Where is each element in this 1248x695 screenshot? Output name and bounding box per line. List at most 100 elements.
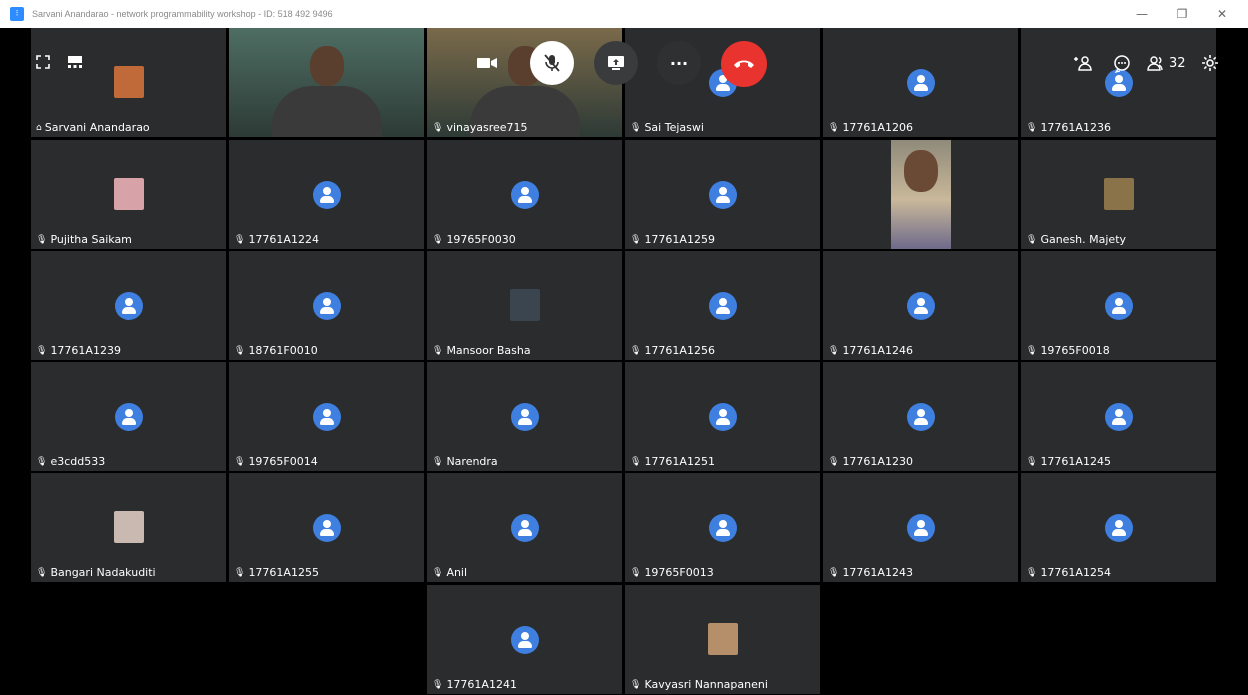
participant-tile[interactable]: 🎙︎ 19765F0013 — [625, 473, 820, 582]
participant-tile[interactable]: 🎙︎ 17761A1206 — [823, 28, 1018, 137]
participant-tile[interactable]: 🎙︎ 19765F0014 — [229, 362, 424, 471]
participant-name-text: Narendra — [446, 455, 498, 468]
participant-tile[interactable]: 🎙︎ Anil — [427, 473, 622, 582]
participant-tile[interactable]: 🎙︎ 17761A1254 — [1021, 473, 1216, 582]
participant-tile[interactable]: 🎙︎ Mansoor Basha — [427, 251, 622, 360]
default-avatar-icon — [906, 292, 935, 320]
participants-icon[interactable]: 32 — [1147, 55, 1186, 71]
participant-tile[interactable]: 🎙︎ 17761A1255 — [229, 473, 424, 582]
participant-name-text: 17761A1245 — [1040, 455, 1111, 468]
participant-name-text: 17761A1239 — [50, 344, 121, 357]
participant-tile[interactable] — [823, 140, 1018, 249]
participant-tile[interactable] — [229, 28, 424, 137]
profile-photo — [113, 66, 144, 98]
participant-tile[interactable]: 🎙︎ 17761A1259 — [625, 140, 820, 249]
participant-tile[interactable]: 🎙︎ 17761A1251 — [625, 362, 820, 471]
muted-mic-icon: 🎙︎ — [432, 567, 444, 578]
participant-tile[interactable]: 🎙︎ Bangari Nadakuditi — [31, 473, 226, 582]
participant-name: 🎙︎ Bangari Nadakuditi — [36, 566, 156, 579]
chat-icon[interactable] — [1113, 55, 1131, 73]
end-call-icon[interactable] — [721, 41, 767, 87]
person-silhouette — [904, 150, 938, 192]
participant-name: 🎙︎ 17761A1241 — [432, 678, 517, 691]
video-feed — [229, 28, 424, 137]
participant-name: 🎙︎ Ganesh. Majety — [1026, 233, 1126, 246]
muted-mic-icon: 🎙︎ — [828, 122, 840, 133]
participant-tile[interactable]: 🎙︎ 19765F0030 — [427, 140, 622, 249]
close-button[interactable]: ✕ — [1204, 0, 1240, 28]
muted-mic-icon: 🎙︎ — [630, 679, 642, 690]
participant-tile[interactable]: 🎙︎ 17761A1224 — [229, 140, 424, 249]
participant-name-text: 17761A1236 — [1040, 121, 1111, 134]
muted-mic-icon: 🎙︎ — [234, 456, 246, 467]
participant-name: 🎙︎ 17761A1230 — [828, 455, 913, 468]
default-avatar-icon — [1104, 514, 1133, 542]
mic-muted-icon[interactable] — [530, 41, 574, 85]
participant-tile[interactable]: 🎙︎ 17761A1246 — [823, 251, 1018, 360]
muted-mic-icon: 🎙︎ — [828, 567, 840, 578]
participant-name: 🎙︎ Anil — [432, 566, 467, 579]
gallery-view-icon[interactable] — [67, 55, 83, 69]
participant-name-text: 18761F0010 — [248, 344, 318, 357]
participant-tile[interactable]: 🎙︎ 17761A1243 — [823, 473, 1018, 582]
participant-tile[interactable]: 🎙︎ Ganesh. Majety — [1021, 140, 1216, 249]
person-silhouette — [309, 46, 344, 86]
muted-mic-icon: 🎙︎ — [432, 456, 444, 467]
participant-tile[interactable]: 🎙︎ 17761A1245 — [1021, 362, 1216, 471]
video-feed — [891, 140, 951, 249]
participant-name: 🎙︎ Mansoor Basha — [432, 344, 531, 357]
participant-tile[interactable]: 🎙︎ 17761A1256 — [625, 251, 820, 360]
participant-tile[interactable]: 🎙︎ Narendra — [427, 362, 622, 471]
profile-photo — [1103, 178, 1134, 210]
participant-name-text: 17761A1256 — [644, 344, 715, 357]
participant-name: 🎙︎ 18761F0010 — [234, 344, 318, 357]
participant-name: ⌂ Sarvani Anandarao — [36, 121, 150, 134]
default-avatar-icon — [312, 514, 341, 542]
participant-name: 🎙︎ 17761A1256 — [630, 344, 715, 357]
participant-tile[interactable]: 🎙︎ Kavyasri Nannapaneni — [625, 585, 820, 694]
default-avatar-icon — [1104, 292, 1133, 320]
participant-name: 🎙︎ Narendra — [432, 455, 498, 468]
participant-name: 🎙︎ 19765F0018 — [1026, 344, 1110, 357]
muted-mic-icon: 🎙︎ — [828, 345, 840, 356]
participant-tile[interactable]: 🎙︎ Sai Tejaswi — [625, 28, 820, 137]
muted-mic-icon: 🎙︎ — [36, 567, 48, 578]
participant-name-text: Anil — [446, 566, 468, 579]
participant-tile[interactable]: 🎙︎ e3cdd533 — [31, 362, 226, 471]
person-body — [271, 86, 382, 137]
participant-tile[interactable]: 🎙︎ Pujitha Saikam — [31, 140, 226, 249]
participant-name-text: 19765F0013 — [644, 566, 714, 579]
participant-tile[interactable]: 🎙︎ 17761A1239 — [31, 251, 226, 360]
default-avatar-icon — [708, 292, 737, 320]
participant-tile[interactable]: 🎙︎ 17761A1241 — [427, 585, 622, 694]
muted-mic-icon: 🎙︎ — [630, 234, 642, 245]
participant-name: 🎙︎ 17761A1224 — [234, 233, 319, 246]
participant-name: 🎙︎ Kavyasri Nannapaneni — [630, 678, 768, 691]
app-icon: ⁝ — [10, 7, 24, 21]
muted-mic-icon: 🎙︎ — [1026, 456, 1038, 467]
share-screen-icon[interactable] — [594, 41, 638, 85]
more-icon[interactable]: ··· — [657, 41, 701, 85]
participant-tile[interactable]: 🎙︎ vinayasree715 — [427, 28, 622, 137]
participant-tile[interactable]: 🎙︎ 18761F0010 — [229, 251, 424, 360]
participant-name-text: 17761A1206 — [842, 121, 913, 134]
muted-mic-icon: 🎙︎ — [36, 345, 48, 356]
restore-button[interactable]: ❐ — [1164, 0, 1200, 28]
participant-tile[interactable]: ⌂ Sarvani Anandarao — [31, 28, 226, 137]
participant-name-text: Pujitha Saikam — [50, 233, 132, 246]
participant-name-text: 17761A1224 — [248, 233, 319, 246]
add-participant-icon[interactable] — [1073, 55, 1093, 71]
settings-icon[interactable] — [1201, 54, 1219, 72]
minimize-button[interactable]: — — [1124, 0, 1160, 28]
muted-mic-icon: 🎙︎ — [630, 567, 642, 578]
participant-tile[interactable]: 🎙︎ 19765F0018 — [1021, 251, 1216, 360]
participant-tile[interactable]: 🎙︎ 17761A1236 — [1021, 28, 1216, 137]
participant-name-text: 19765F0014 — [248, 455, 318, 468]
default-avatar-icon — [312, 403, 341, 431]
muted-mic-icon: 🎙︎ — [1026, 567, 1038, 578]
fullscreen-icon[interactable] — [36, 55, 50, 69]
video-camera-icon[interactable] — [474, 52, 500, 74]
participant-tile[interactable]: 🎙︎ 17761A1230 — [823, 362, 1018, 471]
participant-name-text: Ganesh. Majety — [1040, 233, 1127, 246]
participants-count: 32 — [1169, 55, 1186, 71]
